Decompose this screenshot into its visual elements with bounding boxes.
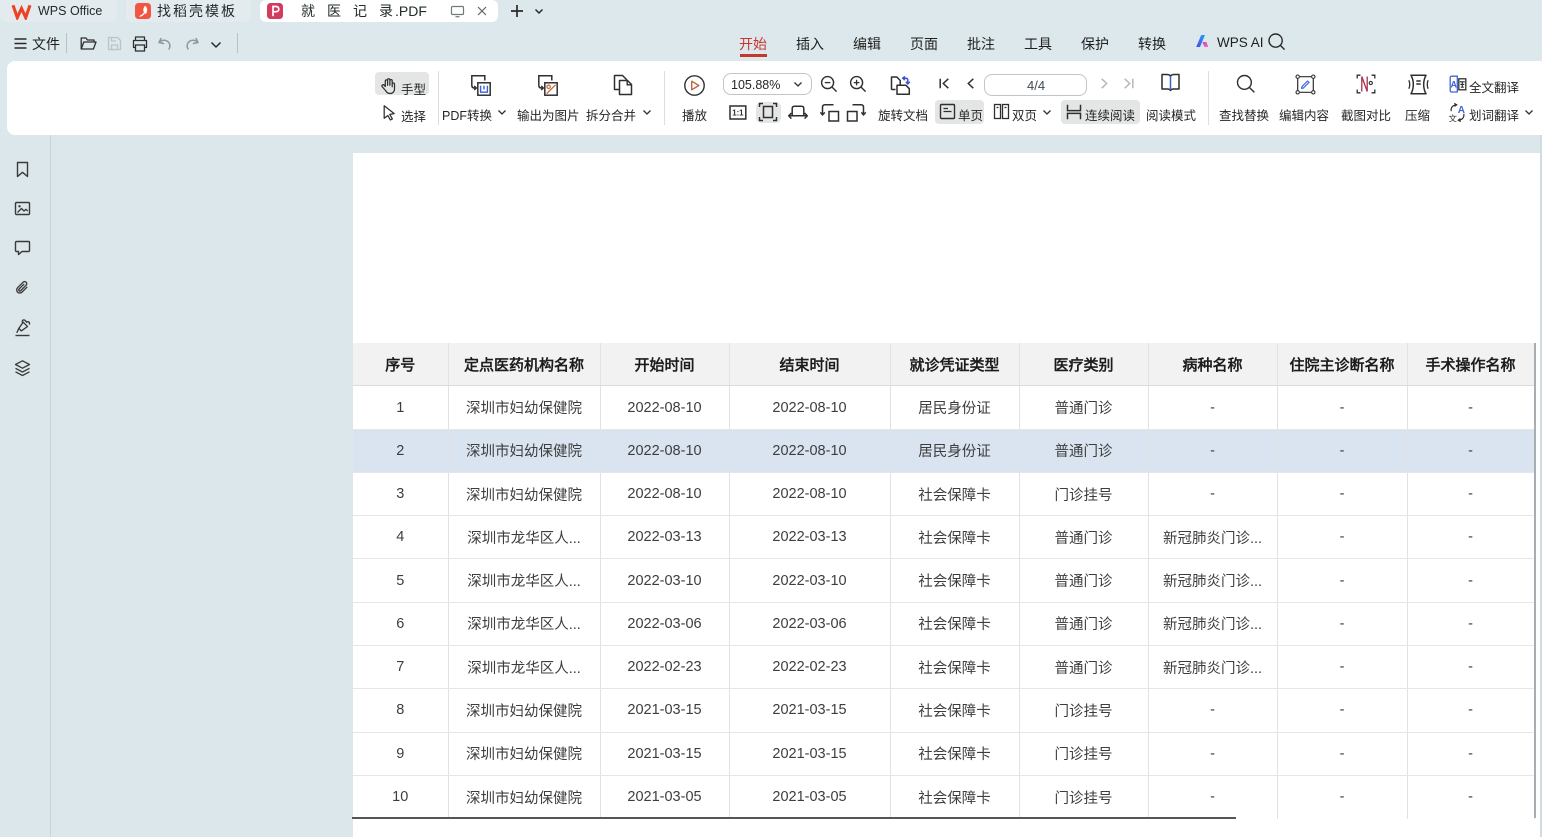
svg-text:A: A xyxy=(1451,80,1458,90)
svg-text:文: 文 xyxy=(1449,113,1458,122)
svg-text:1:1: 1:1 xyxy=(732,109,744,118)
